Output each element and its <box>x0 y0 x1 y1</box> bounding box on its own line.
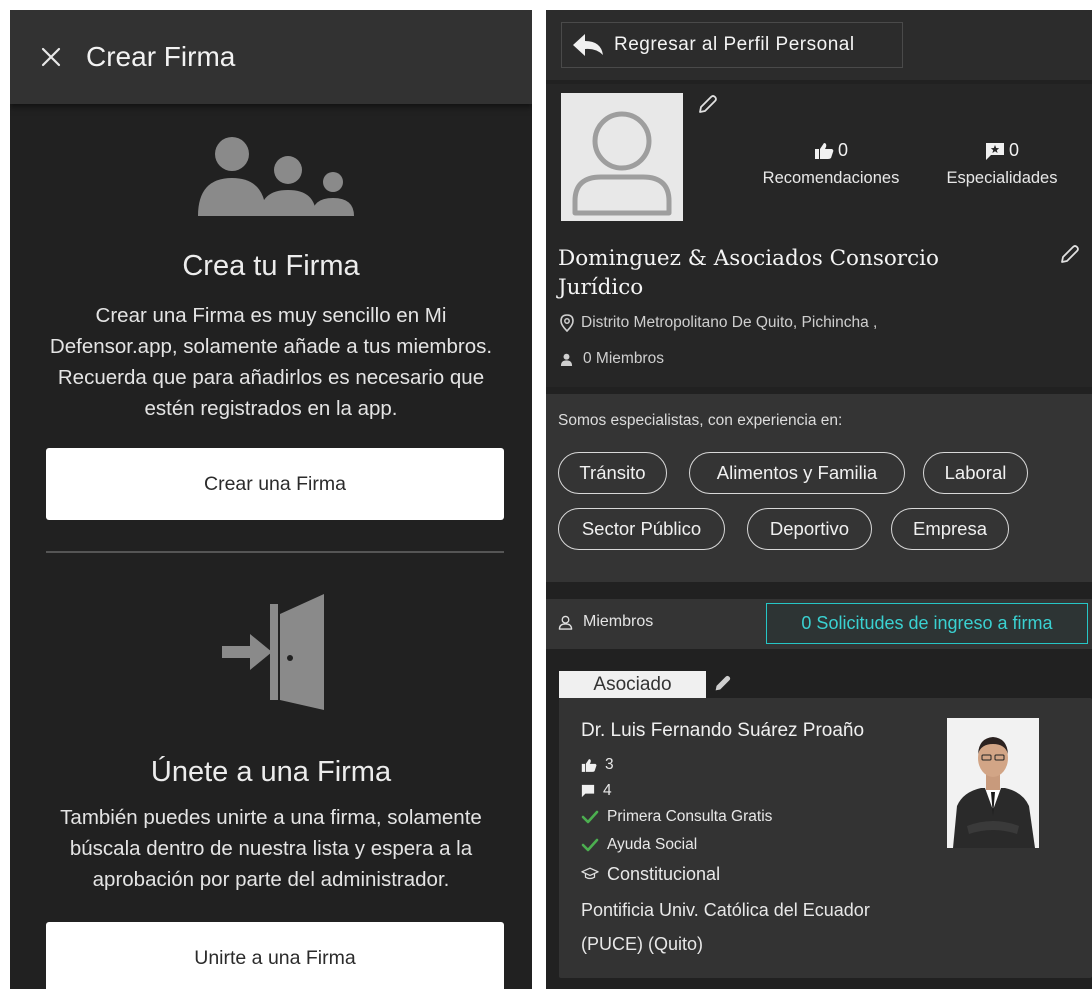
edit-avatar-pencil-icon[interactable] <box>696 94 718 116</box>
firm-location: Distrito Metropolitano De Quito, Pichinc… <box>560 314 877 332</box>
join-firm-button[interactable]: Unirte a una Firma <box>46 922 504 989</box>
specialty-chip[interactable]: Alimentos y Familia <box>689 452 905 494</box>
firm-location-text: Distrito Metropolitano De Quito, Pichinc… <box>581 314 878 331</box>
reply-arrow-icon <box>573 34 603 56</box>
close-icon[interactable] <box>38 44 64 70</box>
edit-firm-pencil-icon[interactable] <box>1058 244 1080 266</box>
specialty-chip[interactable]: Empresa <box>891 508 1009 550</box>
back-button-label: Regresar al Perfil Personal <box>614 34 855 55</box>
user-placeholder-icon <box>572 111 672 216</box>
firm-profile-header: 0 Recomendaciones 0 Especialidades Domin… <box>546 84 1092 387</box>
firm-profile-panel: Regresar al Perfil Personal 0 Recomendac… <box>546 10 1092 989</box>
member-specialty-text: Constitucional <box>607 864 721 884</box>
app-bar-title: Crear Firma <box>86 41 236 72</box>
specialties-stat: 0 Especialidades <box>932 140 1072 188</box>
member-feature-text: Primera Consulta Gratis <box>607 808 773 825</box>
recommendations-label: Recomendaciones <box>762 169 900 187</box>
join-firm-title: Únete a una Firma <box>150 756 392 788</box>
firm-name: Dominguez & Asociados Consorcio Jurídico <box>558 246 939 300</box>
join-requests-button[interactable]: 0 Solicitudes de ingreso a firma <box>766 603 1088 644</box>
graduation-cap-icon <box>581 867 599 880</box>
member-photo[interactable] <box>947 718 1039 848</box>
members-bar: Miembros 0 Solicitudes de ingreso a firm… <box>546 599 1092 649</box>
members-label: Miembros <box>558 613 653 631</box>
member-name: Dr. Luis Fernando Suárez Proaño <box>581 720 865 741</box>
member-likes: 3 <box>581 756 614 774</box>
create-firm-title: Crea tu Firma <box>182 250 360 282</box>
back-to-profile-button[interactable]: Regresar al Perfil Personal <box>561 22 903 68</box>
specialties-count: 0 <box>1008 140 1019 160</box>
specialty-chip[interactable]: Tránsito <box>558 452 667 494</box>
check-icon <box>581 838 599 852</box>
member-specialty: Constitucional <box>581 864 720 885</box>
member-feature: Ayuda Social <box>581 836 697 854</box>
create-firm-button[interactable]: Crear una Firma <box>46 448 504 520</box>
recommendations-stat: 0 Recomendaciones <box>751 140 911 188</box>
person-icon <box>560 353 573 366</box>
create-firm-description: Crear una Firma es muy sencillo en Mi De… <box>49 304 493 420</box>
thumbs-up-icon <box>581 758 597 772</box>
members-label-text: Miembros <box>583 613 654 630</box>
comment-icon <box>581 784 595 798</box>
join-firm-description: También puedes unirte a una firma, solam… <box>60 806 482 891</box>
top-bar: Regresar al Perfil Personal <box>546 10 1092 80</box>
person-outline-icon <box>558 615 573 630</box>
member-card[interactable]: Dr. Luis Fernando Suárez Proaño 3 4 Prim… <box>559 698 1092 978</box>
specialty-chip[interactable]: Laboral <box>923 452 1028 494</box>
recommendations-count: 0 <box>837 140 848 160</box>
enter-door-icon <box>222 594 324 710</box>
member-comments-count: 4 <box>603 782 612 799</box>
specialty-badge-icon <box>985 142 1004 160</box>
specialties-section: Somos especialistas, con experiencia en:… <box>546 394 1092 582</box>
firm-avatar[interactable] <box>561 93 683 221</box>
member-feature: Primera Consulta Gratis <box>581 808 772 826</box>
edit-role-pencil-icon[interactable] <box>712 674 732 694</box>
member-likes-count: 3 <box>605 756 614 773</box>
member-feature-text: Ayuda Social <box>607 836 698 853</box>
create-firm-panel: Crear Firma Crea tu Firma Crear una Firm… <box>10 10 532 989</box>
member-portrait-image <box>947 718 1039 848</box>
specialty-chip[interactable]: Deportivo <box>747 508 872 550</box>
people-group-icon <box>198 137 354 216</box>
member-role-tag: Asociado <box>559 671 706 698</box>
member-university-line2: (PUCE) (Quito) <box>581 934 704 954</box>
specialties-label: Especialidades <box>946 169 1058 187</box>
firm-members-count: 0 Miembros <box>560 350 664 368</box>
location-pin-icon <box>560 314 574 332</box>
thumbs-up-icon <box>814 142 834 159</box>
member-university-line1: Pontificia Univ. Católica del Ecuador <box>581 900 870 920</box>
member-comments: 4 <box>581 782 612 800</box>
specialties-intro: Somos especialistas, con experiencia en: <box>558 412 843 429</box>
app-bar: Crear Firma <box>10 10 532 104</box>
section-divider <box>46 551 504 553</box>
check-icon <box>581 810 599 824</box>
specialty-chip[interactable]: Sector Público <box>558 508 725 550</box>
firm-members-count-text: 0 Miembros <box>583 350 664 367</box>
